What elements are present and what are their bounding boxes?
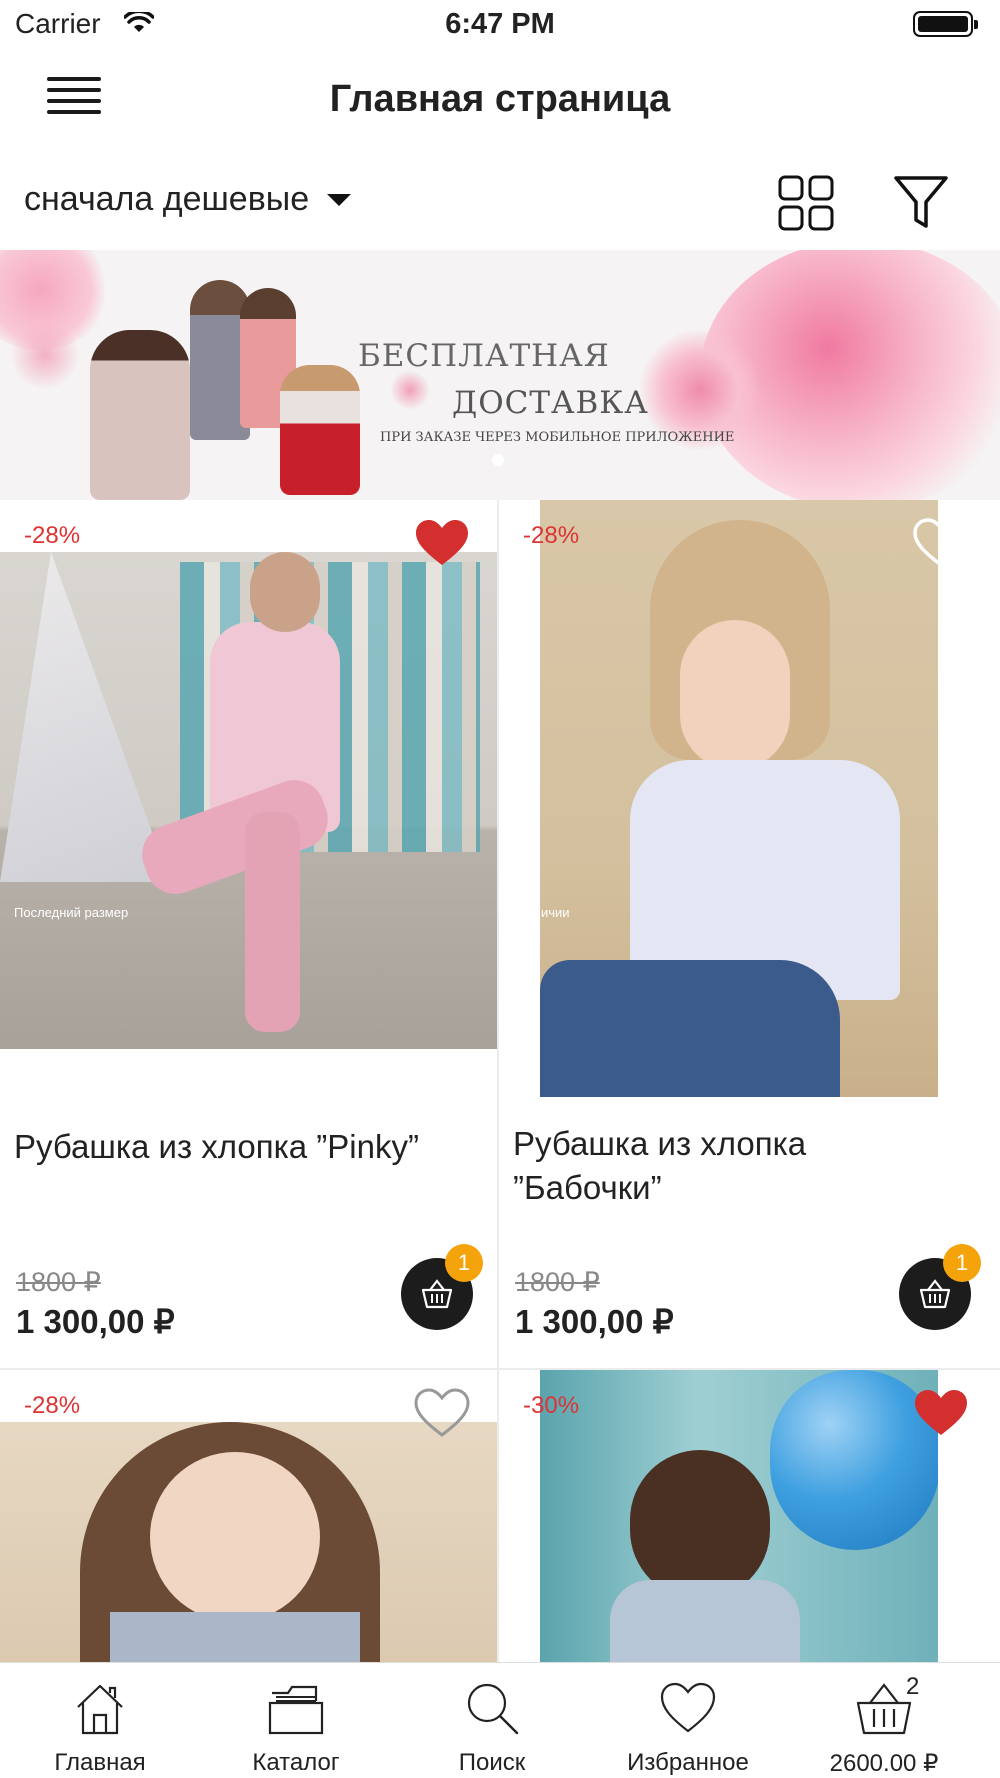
heart-icon (660, 1682, 716, 1733)
battery-icon (913, 11, 978, 37)
tab-favorites[interactable]: Избранное (588, 1663, 788, 1778)
promo-banner[interactable]: БЕСПЛАТНАЯ ДОСТАВКА ПРИ ЗАКАЗЕ ЧЕРЕЗ МОБ… (0, 250, 1000, 500)
product-card[interactable]: Последний размер -28% Рубашка из хлопка … (0, 500, 497, 1368)
tab-label: Каталог (252, 1749, 340, 1776)
discount-badge: -28% (24, 1392, 81, 1419)
nav-bar: Главная страница (0, 50, 1000, 150)
basket-icon (919, 1279, 951, 1309)
page-title: Главная страница (329, 78, 671, 120)
grid-view-icon[interactable] (778, 175, 834, 231)
product-name: Рубашка из хлопка ”Бабочки” (513, 1125, 807, 1206)
tab-catalog[interactable]: Каталог (196, 1663, 396, 1778)
banner-page-indicator[interactable] (492, 454, 504, 466)
tab-home[interactable]: Главная (0, 1663, 200, 1778)
discount-badge: -28% (24, 522, 81, 549)
status-time: 6:47 PM (445, 8, 555, 40)
old-price: 1800 ₽ (16, 1267, 101, 1297)
banner-kids-photo (70, 270, 410, 500)
tab-label: Главная (54, 1749, 146, 1776)
sort-bar: сначала дешевые (0, 150, 1000, 250)
product-photo (540, 500, 938, 1097)
product-grid: Последний размер -28% Рубашка из хлопка … (0, 500, 1000, 1662)
product-card[interactable]: -30% (499, 1370, 996, 1662)
tab-cart[interactable]: 2 2600.00 ₽ (784, 1663, 984, 1778)
discount-badge: -28% (523, 522, 580, 549)
product-price: 1 300,00 ₽ (16, 1303, 175, 1340)
product-name: Рубашка из хлопка ”Pinky” (14, 1128, 419, 1165)
filter-icon[interactable] (893, 174, 949, 230)
cart-count-badge: 1 (943, 1244, 981, 1282)
catalog-icon (268, 1685, 324, 1735)
favorite-heart-icon[interactable] (413, 1388, 471, 1438)
photo-caption: ичии (541, 905, 570, 920)
favorite-heart-icon[interactable] (413, 518, 471, 568)
photo-caption: Последний размер (14, 905, 129, 920)
favorite-heart-icon[interactable] (912, 518, 970, 568)
banner-headline-line1: БЕСПЛАТНАЯ (358, 338, 610, 374)
tab-label: Поиск (458, 1749, 526, 1776)
product-photo (0, 552, 497, 1049)
product-card[interactable]: -28% (0, 1370, 497, 1662)
tab-bar: Главная Каталог Поиск Избранное 2 2600.0… (0, 1662, 1000, 1778)
basket-icon (856, 1683, 912, 1735)
product-card[interactable]: ичии -28% Рубашка из хлопка ”Бабочки” 18… (499, 500, 996, 1368)
product-photo (540, 1370, 938, 1662)
sort-dropdown[interactable]: сначала дешевые (24, 180, 352, 219)
cart-total-label: 2600.00 ₽ (829, 1750, 939, 1777)
tab-label: Избранное (627, 1749, 749, 1776)
product-photo (0, 1422, 497, 1662)
banner-headline-line2: ДОСТАВКА (452, 385, 649, 421)
status-bar: Carrier 6:47 PM (0, 0, 1000, 50)
banner-subtitle: ПРИ ЗАКАЗЕ ЧЕРЕЗ МОБИЛЬНОЕ ПРИЛОЖЕНИЕ (380, 430, 735, 445)
old-price: 1800 ₽ (515, 1267, 600, 1297)
home-icon (77, 1684, 123, 1735)
search-icon (467, 1683, 519, 1735)
tab-search[interactable]: Поиск (392, 1663, 592, 1778)
product-price: 1 300,00 ₽ (515, 1303, 674, 1340)
cart-count-badge: 1 (445, 1244, 483, 1282)
sort-label: сначала дешевые (24, 180, 310, 218)
caret-down-icon (327, 193, 352, 206)
favorite-heart-icon[interactable] (912, 1388, 970, 1438)
discount-badge: -30% (523, 1392, 580, 1419)
basket-icon (421, 1279, 453, 1309)
cart-count-badge: 2 (906, 1673, 920, 1700)
